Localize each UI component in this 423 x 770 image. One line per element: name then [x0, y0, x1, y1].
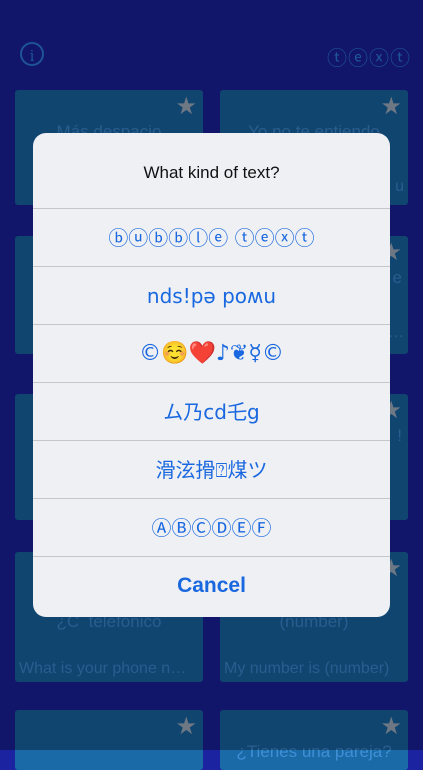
cancel-button[interactable]: Cancel: [33, 557, 390, 615]
dialog-title: What kind of text?: [33, 133, 390, 209]
option-circled-letters[interactable]: ⒶⒷⒸⒹⒺⒻ: [33, 499, 390, 557]
option-bubble-text[interactable]: ⓑⓤⓑⓑⓛⓔ ⓣⓔⓧⓣ: [33, 209, 390, 267]
text-style-action-sheet: What kind of text? ⓑⓤⓑⓑⓛⓔ ⓣⓔⓧⓣ nds!pǝ po…: [33, 133, 390, 617]
option-kanji-text[interactable]: 滑泫搰⍰煤ツ: [33, 441, 390, 499]
option-asian-style-text[interactable]: ム乃cd乇g: [33, 383, 390, 441]
option-upside-down-text[interactable]: nds!pǝ poʍu: [33, 267, 390, 325]
option-symbol-text[interactable]: ©☺️❤️♪❦☿©: [33, 325, 390, 383]
